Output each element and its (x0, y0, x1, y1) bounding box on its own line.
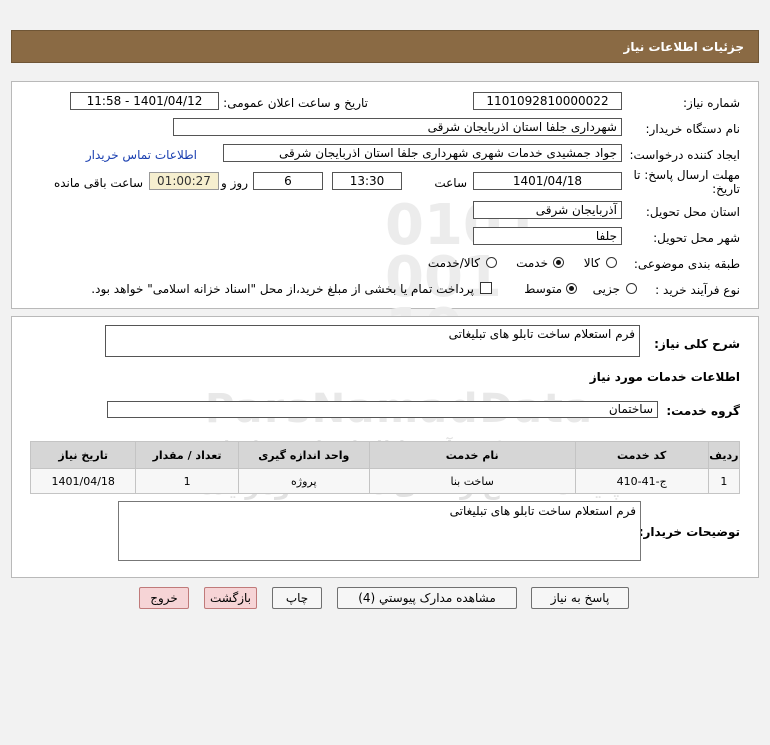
city-field: جلفا (473, 227, 622, 245)
page-header: جزئیات اطلاعات نیاز (11, 30, 759, 63)
cell-code: ج-41-410 (574, 468, 709, 494)
treasury-payment-text: پرداخت تمام یا بخشی از مبلغ خرید،از محل … (91, 282, 474, 296)
cell-date: 1401/04/18 (29, 468, 137, 494)
process-label: نوع فرآیند خرید : (655, 283, 740, 297)
need-info-panel (11, 81, 759, 309)
back-button[interactable]: بازگشت (204, 587, 257, 609)
category-label: طبقه بندی موضوعی: (633, 257, 740, 271)
category-radio-goods[interactable] (606, 257, 617, 268)
province-field: آذربایجان شرقی (473, 201, 622, 219)
buyer-field: شهرداری جلفا استان اذربایجان شرقی (173, 118, 622, 136)
process-radio-medium[interactable] (566, 283, 577, 294)
attachments-button[interactable]: مشاهده مدارک پیوستي (4) (337, 587, 517, 609)
announce-field: 1401/04/12 - 11:58 (70, 92, 219, 110)
province-label: استان محل تحویل: (645, 205, 740, 219)
services-title: اطلاعات خدمات مورد نیاز (589, 370, 740, 384)
category-radio-goods-service[interactable] (486, 257, 497, 268)
category-option-service: خدمت (516, 256, 548, 270)
page-title: جزئیات اطلاعات نیاز (623, 40, 744, 54)
treasury-payment-checkbox[interactable] (480, 282, 492, 294)
remaining-time-label: ساعت باقی مانده (53, 176, 143, 190)
summary-label: شرح کلی نیاز: (654, 337, 740, 351)
cell-row: 1 (707, 468, 741, 494)
need-number-field: 1101092810000022 (473, 92, 622, 110)
buyer-notes-field: فرم استعلام ساخت تابلو های تبلیغاتی (118, 501, 641, 561)
process-option-medium: متوسط (524, 282, 562, 296)
requester-field: جواد جمشیدی خدمات شهری شهرداری جلفا استا… (223, 144, 622, 162)
service-group-field: ساختمان (107, 401, 658, 418)
deadline-label: مهلت ارسال پاسخ: تا (633, 168, 740, 182)
deadline-date-field: 1401/04/18 (473, 172, 622, 190)
deadline-time-label: ساعت (434, 176, 467, 190)
col-unit: واحد اندازه گیری (237, 441, 370, 469)
cell-name: ساخت بنا (368, 468, 576, 494)
buyer-notes-label: توضیحات خریدار: (638, 525, 740, 539)
buyer-label: نام دستگاه خریدار: (645, 122, 741, 136)
days-label: روز و (221, 176, 248, 190)
reply-button[interactable]: پاسخ به نیاز (531, 587, 629, 609)
buyer-contact-link[interactable]: اطلاعات تماس خریدار (86, 148, 197, 162)
city-label: شهر محل تحویل: (653, 231, 740, 245)
deadline-label-date: تاریخ: (712, 182, 740, 196)
category-radio-service[interactable] (553, 257, 564, 268)
process-radio-minor[interactable] (626, 283, 637, 294)
col-name: نام خدمت (368, 441, 576, 469)
summary-field: فرم استعلام ساخت تابلو های تبلیغاتی (105, 325, 640, 357)
category-option-goods: کالا (583, 256, 600, 270)
table-header-row: ردیف کد خدمت نام خدمت واحد اندازه گیری ت… (29, 441, 741, 469)
col-row: ردیف (707, 441, 741, 469)
page: جزئیات اطلاعات نیاز 010100110 شماره نیاز… (0, 0, 770, 745)
days-field: 6 (253, 172, 323, 190)
service-group-label: گروه خدمت: (666, 404, 740, 418)
print-button[interactable]: چاپ (272, 587, 322, 609)
need-number-label: شماره نیاز: (683, 96, 740, 110)
cell-unit: پروژه (237, 468, 370, 494)
cell-qty: 1 (135, 468, 239, 494)
services-table: ردیف کد خدمت نام خدمت واحد اندازه گیری ت… (29, 441, 741, 494)
table-row: 1 ج-41-410 ساخت بنا پروژه 1 1401/04/18 (29, 468, 741, 494)
process-option-minor: جزیی (592, 282, 620, 296)
remaining-time-field: 01:00:27 (149, 172, 219, 190)
exit-button[interactable]: خروج (139, 587, 189, 609)
col-qty: تعداد / مقدار (135, 441, 239, 469)
category-option-goods-service: کالا/خدمت (427, 256, 480, 270)
col-date: تاریخ نیاز (29, 441, 137, 469)
announce-label: تاریخ و ساعت اعلان عمومی: (223, 96, 368, 110)
col-code: کد خدمت (574, 441, 709, 469)
deadline-time-field: 13:30 (332, 172, 402, 190)
requester-label: ایجاد کننده درخواست: (629, 148, 740, 162)
